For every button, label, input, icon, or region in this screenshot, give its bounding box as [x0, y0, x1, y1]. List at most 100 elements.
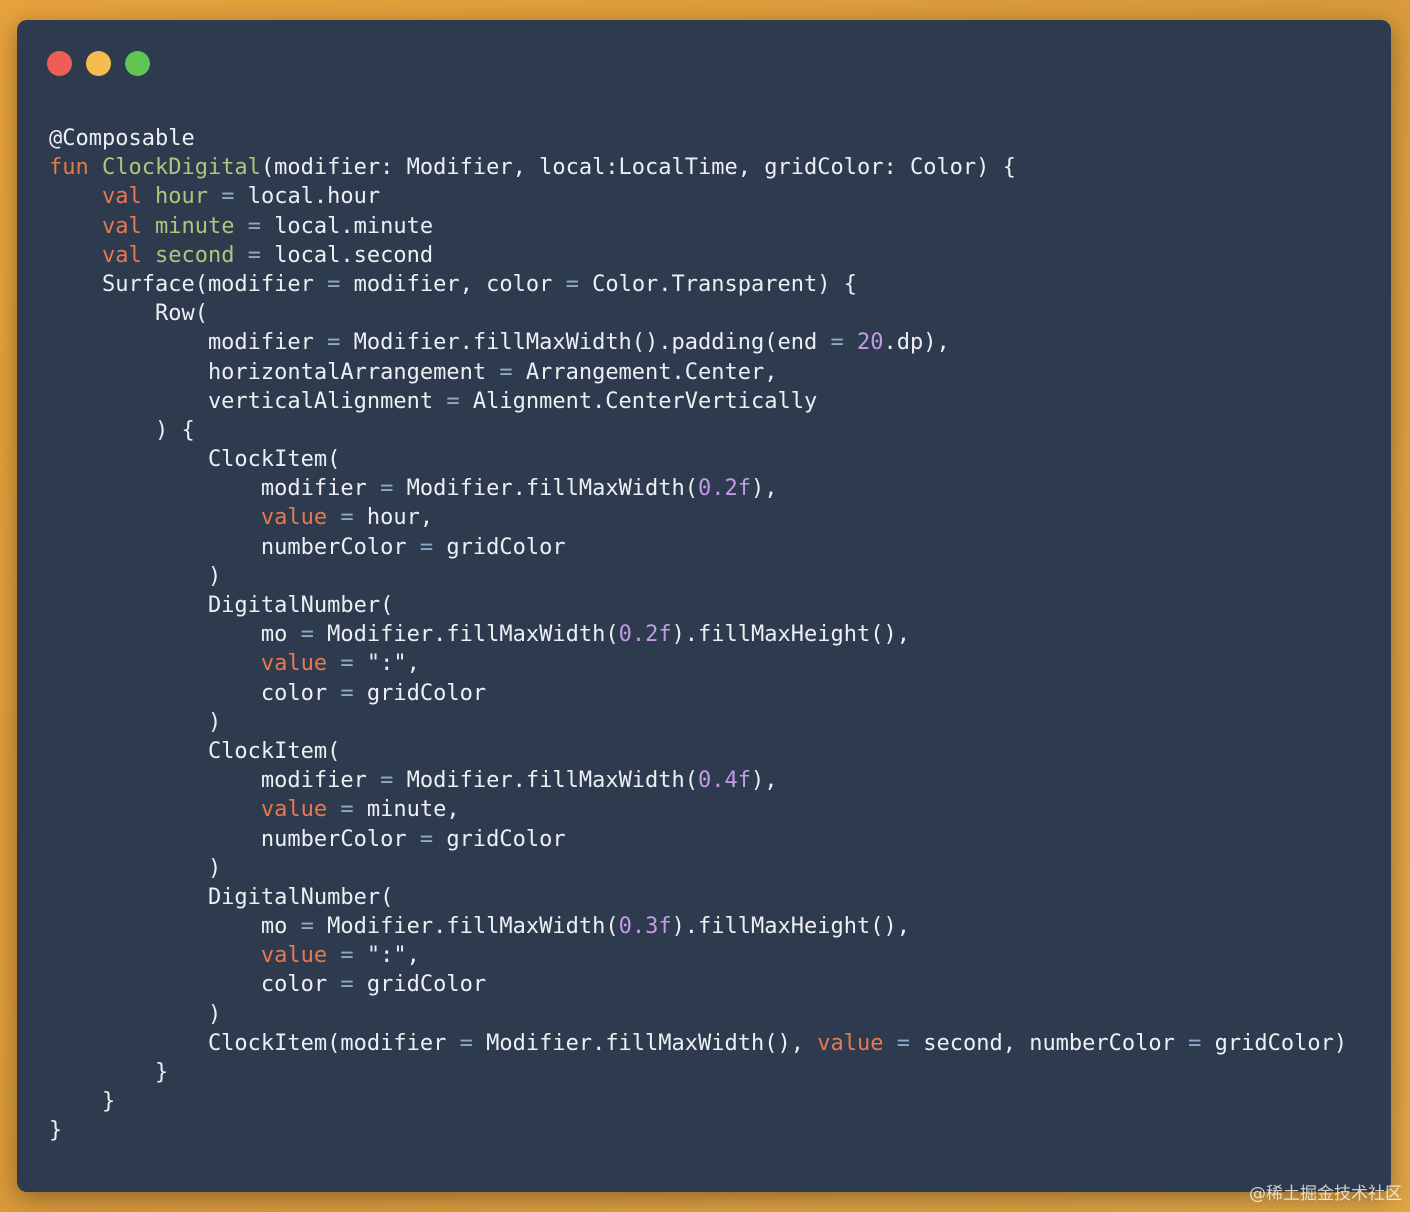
code-line: } — [49, 1116, 1347, 1145]
code-token-plain: gridColor — [366, 972, 487, 998]
code-line: ClockItem(modifier = Modifier.fillMaxWid… — [49, 1029, 1347, 1058]
code-line: ClockItem( — [49, 737, 1347, 766]
code-token-number: 0.3f — [618, 914, 672, 940]
code-token-operator: = — [340, 972, 367, 998]
code-token-operator: = — [380, 476, 407, 502]
code-token-operator: = — [340, 943, 367, 969]
code-token-operator: = — [221, 184, 248, 210]
code-token-plain: DigitalNumber( — [49, 884, 394, 910]
code-window: @Composable fun ClockDigital(modifier: Mo… — [17, 20, 1391, 1192]
code-token-identifier: minute — [154, 213, 248, 239]
code-token-plain: ) — [49, 563, 222, 589]
code-token-operator: = — [459, 1030, 487, 1056]
code-token-plain: ClockItem( — [49, 738, 341, 764]
minimize-button[interactable] — [86, 51, 111, 76]
code-line: numberColor = gridColor — [49, 825, 1347, 854]
code-token-plain: Modifier.fillMaxWidth( — [406, 768, 699, 794]
code-token-keyword: value — [817, 1030, 897, 1056]
code-line: } — [49, 1058, 1347, 1087]
code-token-plain: gridColor — [446, 826, 566, 852]
code-line: value = hour, — [49, 503, 1347, 532]
code-line: ) { — [49, 416, 1347, 445]
code-token-plain: second, numberColor — [923, 1030, 1189, 1056]
code-token-plain: modifier — [49, 476, 381, 502]
code-token-plain: verticalAlignment — [49, 388, 447, 414]
code-token-plain: ":", — [366, 943, 420, 969]
code-token-operator: = — [830, 330, 857, 356]
code-token-number: 0.2f — [618, 622, 672, 648]
zoom-button[interactable] — [125, 51, 150, 76]
code-token-plain: gridColor — [366, 680, 487, 706]
code-token-plain: Modifier.fillMaxWidth().padding(end — [353, 330, 831, 356]
code-token-plain: modifier — [49, 330, 328, 356]
code-line: fun ClockDigital(modifier: Modifier, loc… — [49, 153, 1347, 182]
code-token-operator: = — [419, 534, 447, 560]
code-token-plain: ) { — [49, 417, 195, 443]
code-token-plain: local.hour — [247, 184, 381, 210]
code-token-keyword: value — [260, 797, 341, 823]
code-token-plain: numberColor — [49, 534, 420, 560]
code-line: } — [49, 1087, 1347, 1116]
code-token-operator: = — [1188, 1030, 1215, 1056]
code-token-plain: ).fillMaxHeight(), — [671, 914, 910, 940]
code-token-plain: } — [49, 1060, 169, 1085]
code-token-plain: local.second — [274, 242, 434, 268]
code-token-keyword: value — [260, 651, 341, 677]
code-token-identifier: ClockDigital — [101, 155, 261, 181]
code-token-operator: = — [340, 797, 367, 823]
code-line: modifier = Modifier.fillMaxWidth().paddi… — [49, 328, 1347, 357]
code-token-operator: = — [340, 680, 367, 706]
code-token-operator: = — [565, 271, 593, 297]
code-line: val hour = local.hour — [49, 182, 1347, 211]
code-line: @Composable — [49, 124, 1347, 153]
code-line: numberColor = gridColor — [49, 533, 1347, 562]
code-line: color = gridColor — [49, 679, 1347, 708]
close-button[interactable] — [47, 51, 72, 76]
code-line: val minute = local.minute — [49, 212, 1347, 241]
code-token-keyword: value — [260, 505, 341, 531]
code-line: color = gridColor — [49, 970, 1347, 999]
code-token-plain: hour, — [366, 505, 434, 531]
code-token-number: 20 — [856, 330, 884, 356]
code-line: modifier = Modifier.fillMaxWidth(0.4f), — [49, 766, 1347, 795]
code-token-plain: Arrangement.Center, — [525, 359, 778, 385]
code-token-operator: = — [380, 768, 407, 794]
code-token-plain: .dp), — [883, 330, 950, 356]
code-token-plain: Color.Transparent) { — [592, 271, 857, 297]
code-token-plain: (modifier: Modifier, local:LocalTime, gr… — [260, 155, 1016, 181]
code-token-keyword: fun — [49, 155, 102, 181]
code-token-operator: = — [896, 1030, 924, 1056]
code-line: modifier = Modifier.fillMaxWidth(0.2f), — [49, 474, 1347, 503]
code-token-plain: numberColor — [49, 826, 420, 852]
code-token-plain: mo — [49, 622, 301, 648]
code-line: DigitalNumber( — [49, 883, 1347, 912]
code-line: ) — [49, 854, 1347, 883]
code-line: DigitalNumber( — [49, 591, 1347, 620]
code-token-operator: = — [446, 388, 473, 414]
code-token-plain: ) — [49, 855, 222, 881]
code-token-plain: DigitalNumber( — [49, 593, 394, 618]
code-token-plain: ClockItem( — [49, 447, 341, 473]
code-token-plain: ) — [49, 1001, 222, 1027]
code-line: horizontalArrangement = Arrangement.Cent… — [49, 358, 1347, 387]
code-token-plain: Modifier.fillMaxWidth( — [327, 914, 619, 940]
code-token-plain: } — [49, 1118, 63, 1144]
watermark: @稀土掘金技术社区 — [1249, 1184, 1402, 1204]
code-token-number: 0.2f — [698, 476, 752, 502]
code-token-plain: Surface(modifier — [49, 271, 328, 297]
code-token-plain: Modifier.fillMaxWidth( — [327, 622, 619, 648]
code-token-operator: = — [499, 359, 526, 385]
code-token-plain: minute, — [366, 797, 460, 823]
code-line: mo = Modifier.fillMaxWidth(0.2f).fillMax… — [49, 620, 1347, 649]
window-controls — [47, 51, 150, 77]
code-line: ) — [49, 562, 1347, 591]
code-line: val second = local.second — [49, 241, 1347, 270]
code-line: ) — [49, 708, 1347, 737]
code-line: Surface(modifier = modifier, color = Col… — [49, 270, 1347, 299]
